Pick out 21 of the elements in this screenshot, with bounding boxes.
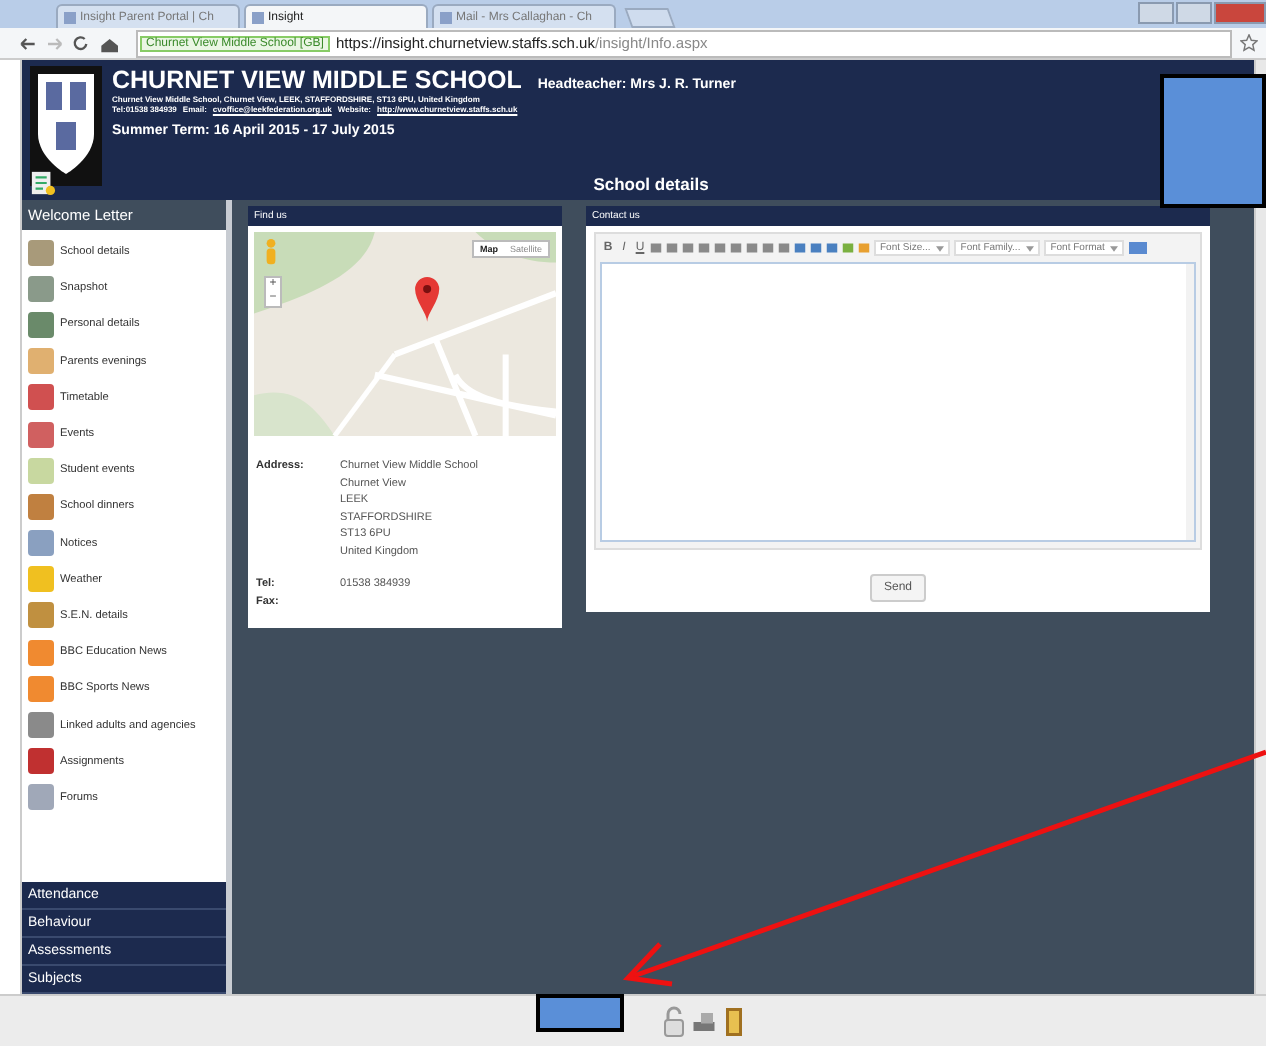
new-tab-button[interactable] bbox=[624, 8, 676, 28]
door-icon[interactable] bbox=[722, 1005, 746, 1037]
caret-icon bbox=[1026, 245, 1035, 251]
scrollbar[interactable] bbox=[1186, 264, 1194, 540]
caret-icon bbox=[1110, 245, 1119, 251]
bookmark-star-icon[interactable] bbox=[1240, 34, 1258, 52]
caret-icon bbox=[936, 245, 945, 251]
page-icon bbox=[64, 11, 76, 23]
page-icon bbox=[440, 11, 452, 23]
page-title: School details bbox=[591, 173, 711, 193]
school-name: CHURNET VIEW MIDDLE SCHOOL bbox=[112, 66, 522, 94]
menu-toggle-icon[interactable] bbox=[30, 170, 56, 196]
close-button[interactable] bbox=[1214, 2, 1266, 24]
message-field[interactable] bbox=[600, 262, 1196, 542]
padlock-icon[interactable] bbox=[662, 1005, 686, 1037]
school-crest-icon bbox=[30, 66, 102, 186]
page-icon bbox=[252, 11, 264, 23]
maximize-button[interactable] bbox=[1176, 2, 1212, 24]
redaction-box bbox=[536, 994, 624, 1032]
redaction-box bbox=[1160, 74, 1266, 208]
minimize-button[interactable] bbox=[1138, 2, 1174, 24]
